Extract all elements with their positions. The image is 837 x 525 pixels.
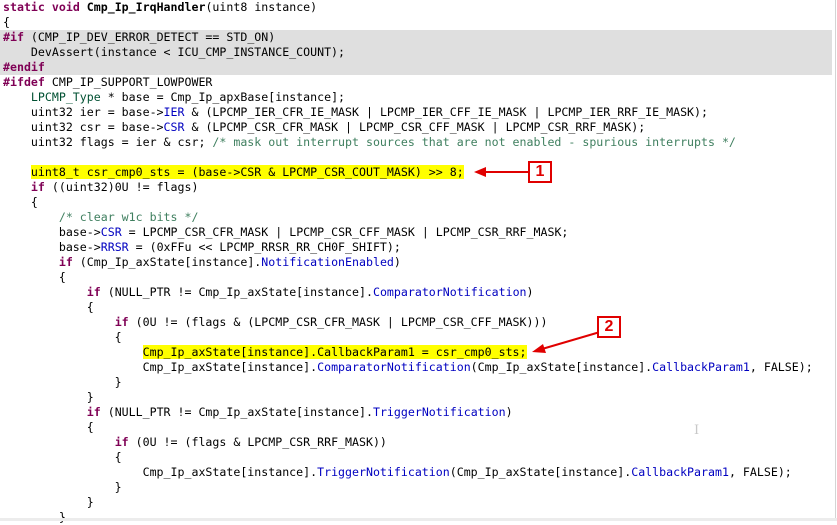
callout-1: 1 xyxy=(528,161,552,183)
callout-2: 2 xyxy=(597,316,621,338)
arrow-1 xyxy=(474,167,528,177)
arrow-2 xyxy=(532,331,601,353)
annotation-arrows xyxy=(474,167,601,353)
